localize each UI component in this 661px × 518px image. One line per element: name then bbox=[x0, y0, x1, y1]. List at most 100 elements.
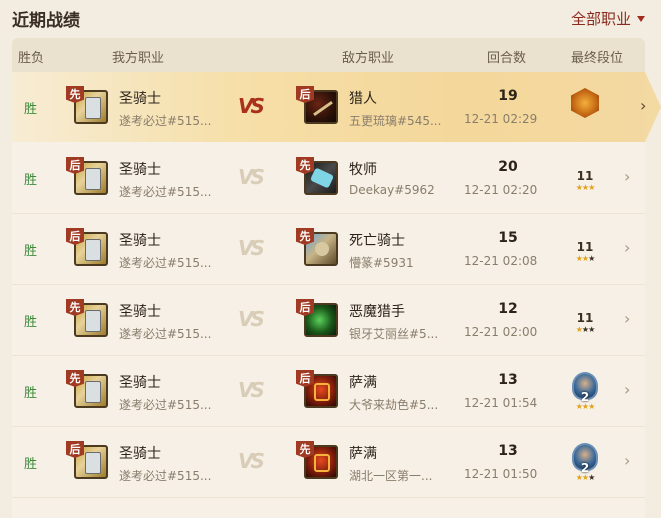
rank-stars-filled: ★★★ bbox=[575, 183, 595, 192]
chevron-right-icon[interactable]: › bbox=[624, 309, 630, 328]
rank-number: 11 bbox=[576, 169, 594, 183]
enemy-class-name: 萨满 bbox=[349, 375, 377, 391]
match-time: 12-21 02:08 bbox=[464, 254, 538, 268]
rank-stars: ★★★ bbox=[570, 473, 600, 482]
my-player-name: 遂考必过#515... bbox=[119, 256, 212, 270]
header-enemy-class: 敌方职业 bbox=[342, 51, 395, 66]
enemy-player-name: 大爷来劫色#5... bbox=[349, 398, 439, 412]
vs-icon: VS bbox=[238, 449, 265, 473]
vs-icon: VS bbox=[238, 94, 265, 118]
match-row[interactable]: 胜 先 圣骑士 遂考必过#515... VS 后 猎人 五更琉璃#545... … bbox=[12, 72, 661, 142]
result-label: 胜 bbox=[24, 457, 38, 472]
turn-count: 15 bbox=[498, 230, 518, 246]
chevron-right-icon[interactable]: › bbox=[640, 96, 646, 115]
final-rank: 2 ★★★ bbox=[568, 372, 602, 412]
my-player-name: 遂考必过#515... bbox=[119, 185, 212, 199]
enemy-class-name: 萨满 bbox=[349, 446, 377, 462]
rank-stars: ★★★ bbox=[570, 183, 600, 192]
enemy-class-name: 猎人 bbox=[349, 91, 377, 107]
rank-star-empty: ★★ bbox=[581, 325, 595, 334]
my-player-name: 遂考必过#515... bbox=[119, 114, 212, 128]
rank-number: 11 bbox=[576, 311, 594, 325]
turn-order-badge: 后 bbox=[296, 370, 314, 387]
turn-order-badge: 先 bbox=[296, 157, 314, 174]
turn-count: 13 bbox=[498, 443, 518, 459]
header-turns: 回合数 bbox=[487, 51, 527, 66]
rank-number: 11 bbox=[576, 240, 594, 254]
result-label: 胜 bbox=[24, 173, 38, 188]
turn-count: 20 bbox=[498, 159, 518, 175]
match-history-panel: 胜负 我方职业 敌方职业 回合数 最终段位 胜 先 圣骑士 遂考必过#515..… bbox=[12, 38, 661, 518]
chevron-right-icon[interactable]: › bbox=[624, 167, 630, 186]
turn-count: 12 bbox=[498, 301, 518, 317]
turn-order-badge: 后 bbox=[296, 299, 314, 316]
enemy-class-name: 牧师 bbox=[349, 162, 377, 178]
turn-order-badge: 先 bbox=[296, 441, 314, 458]
match-time: 12-21 02:00 bbox=[464, 325, 538, 339]
match-time: 12-21 02:20 bbox=[464, 183, 538, 197]
my-class-name: 圣骑士 bbox=[119, 233, 161, 249]
vs-icon: VS bbox=[238, 378, 265, 402]
match-row[interactable]: 胜 后 圣骑士 遂考必过#515... VS 先 死亡骑士 懵篆#5931 15… bbox=[12, 214, 645, 285]
my-class-name: 圣骑士 bbox=[119, 304, 161, 320]
final-rank: 2 ★★★ bbox=[568, 443, 602, 483]
my-player-name: 遂考必过#515... bbox=[119, 327, 212, 341]
turn-order-badge: 先 bbox=[66, 299, 84, 316]
rank-stars: ★★★ bbox=[570, 325, 600, 334]
caret-down-icon bbox=[637, 15, 645, 22]
match-time: 12-21 02:29 bbox=[464, 112, 538, 126]
match-time: 12-21 01:54 bbox=[464, 396, 538, 410]
rank-star-empty: ★ bbox=[588, 473, 595, 482]
rank-star-empty: ★ bbox=[588, 254, 595, 263]
header-result: 胜负 bbox=[18, 51, 45, 66]
rank-stars-filled: ★★ bbox=[575, 254, 589, 263]
match-row[interactable]: 胜 先 圣骑士 遂考必过#515... VS 后 萨满 大爷来劫色#5... 1… bbox=[12, 356, 645, 427]
enemy-class-name: 恶魔猎手 bbox=[349, 304, 405, 320]
enemy-player-name: Deekay#5962 bbox=[349, 183, 435, 197]
chevron-right-icon[interactable]: › bbox=[624, 380, 630, 399]
enemy-class-name: 死亡骑士 bbox=[349, 233, 405, 249]
match-time: 12-21 01:50 bbox=[464, 467, 538, 481]
match-row[interactable]: 胜 后 圣骑士 遂考必过#515... VS 先 萨满 湖北一区第一... 13… bbox=[12, 427, 645, 498]
result-label: 胜 bbox=[24, 102, 38, 117]
result-label: 胜 bbox=[24, 386, 38, 401]
match-row[interactable]: 胜 先 圣骑士 遂考必过#515... VS 后 恶魔猎手 银牙艾丽丝#5...… bbox=[12, 285, 645, 356]
turn-count: 19 bbox=[498, 88, 518, 104]
class-filter-label: 全部职业 bbox=[570, 10, 631, 28]
my-player-name: 遂考必过#515... bbox=[119, 398, 212, 412]
class-filter-dropdown[interactable]: 全部职业 bbox=[571, 8, 645, 29]
my-player-name: 遂考必过#515... bbox=[119, 469, 212, 483]
my-class-name: 圣骑士 bbox=[119, 162, 161, 178]
my-class-name: 圣骑士 bbox=[119, 91, 161, 107]
turn-order-badge: 后 bbox=[296, 86, 314, 103]
match-row[interactable]: 胜 后 圣骑士 遂考必过#515... VS 先 牧师 Deekay#5962 … bbox=[12, 143, 645, 214]
rank-stars: ★★★ bbox=[570, 254, 600, 263]
header-my-class: 我方职业 bbox=[112, 51, 165, 66]
legend-gem-icon bbox=[571, 88, 599, 118]
my-class-name: 圣骑士 bbox=[119, 375, 161, 391]
vs-icon: VS bbox=[238, 236, 265, 260]
turn-count: 13 bbox=[498, 372, 518, 388]
my-class-name: 圣骑士 bbox=[119, 446, 161, 462]
turn-order-badge: 先 bbox=[66, 370, 84, 387]
match-list: 胜 先 圣骑士 遂考必过#515... VS 后 猎人 五更琉璃#545... … bbox=[12, 72, 661, 498]
result-label: 胜 bbox=[24, 244, 38, 259]
turn-order-badge: 后 bbox=[66, 157, 84, 174]
final-rank bbox=[568, 88, 602, 128]
table-header: 胜负 我方职业 敌方职业 回合数 最终段位 bbox=[12, 38, 645, 72]
chevron-right-icon[interactable]: › bbox=[624, 451, 630, 470]
rank-stars: ★★★ bbox=[570, 402, 600, 411]
enemy-player-name: 懵篆#5931 bbox=[349, 256, 414, 270]
turn-order-badge: 后 bbox=[66, 228, 84, 245]
vs-icon: VS bbox=[238, 307, 265, 331]
rank-stars-filled: ★★★ bbox=[575, 402, 595, 411]
rank-stars-filled: ★★ bbox=[575, 473, 589, 482]
final-rank: 11 ★★★ bbox=[568, 230, 602, 270]
page-title: 近期战绩 bbox=[12, 11, 80, 31]
turn-order-badge: 后 bbox=[66, 441, 84, 458]
result-label: 胜 bbox=[24, 315, 38, 330]
final-rank: 11 ★★★ bbox=[568, 159, 602, 199]
top-bar: 近期战绩 全部职业 bbox=[0, 0, 661, 38]
header-final-rank: 最终段位 bbox=[571, 51, 624, 66]
chevron-right-icon[interactable]: › bbox=[624, 238, 630, 257]
